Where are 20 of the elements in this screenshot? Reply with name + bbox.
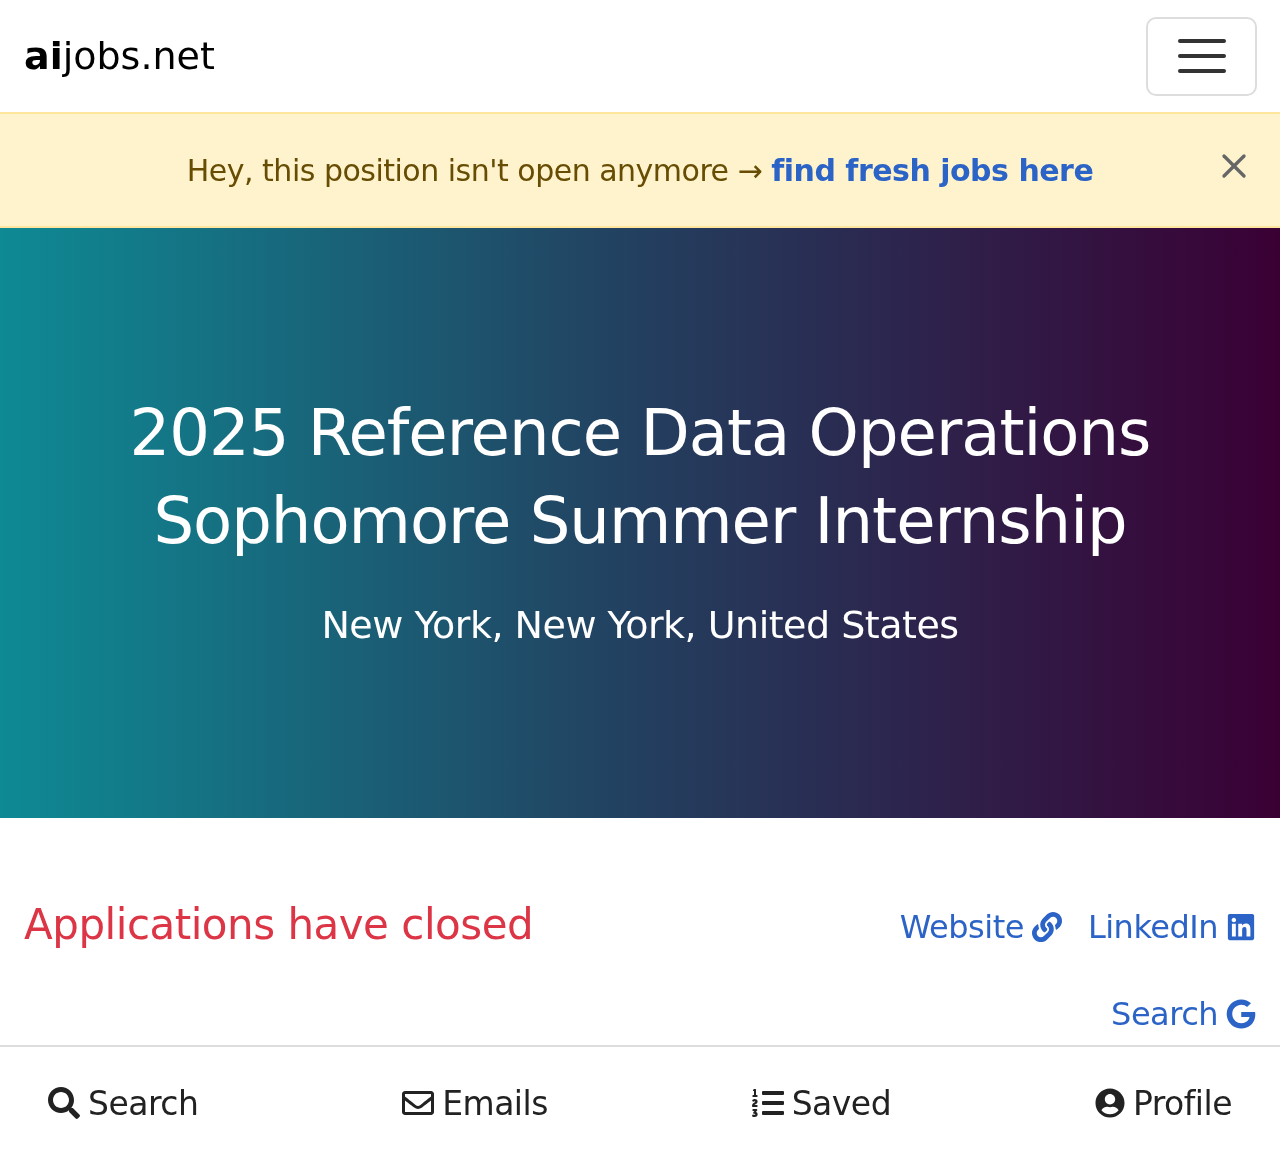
list-icon [751, 1087, 784, 1119]
alert-message: Hey, this position isn't open anymore → find fresh jobs here [186, 152, 1094, 188]
status-text: Applications have closed [24, 900, 534, 951]
job-location: New York, New York, United States [321, 603, 959, 647]
menu-button[interactable] [1146, 16, 1257, 96]
search-icon [48, 1087, 80, 1119]
nav-item[interactable]: Saved [751, 1083, 892, 1123]
nav-item[interactable]: Profile [1094, 1083, 1232, 1123]
link-icon [1031, 911, 1062, 942]
linkedin-link[interactable]: LinkedIn [1087, 896, 1256, 958]
nav-item[interactable]: Emails [402, 1083, 548, 1123]
linkedin-icon [1226, 911, 1256, 942]
nav-item[interactable]: Search [48, 1083, 199, 1123]
google-icon [1226, 999, 1256, 1030]
job-title: 2025 Reference Data Operations Sophomore Summer Internship [128, 395, 1152, 560]
fresh-jobs-link[interactable]: find fresh jobs here [771, 152, 1094, 188]
site-logo[interactable]: aijobs.net [24, 34, 215, 78]
google-link[interactable]: Search [1111, 983, 1256, 1045]
user-icon [1094, 1088, 1125, 1118]
website-link[interactable]: Website [899, 896, 1062, 958]
